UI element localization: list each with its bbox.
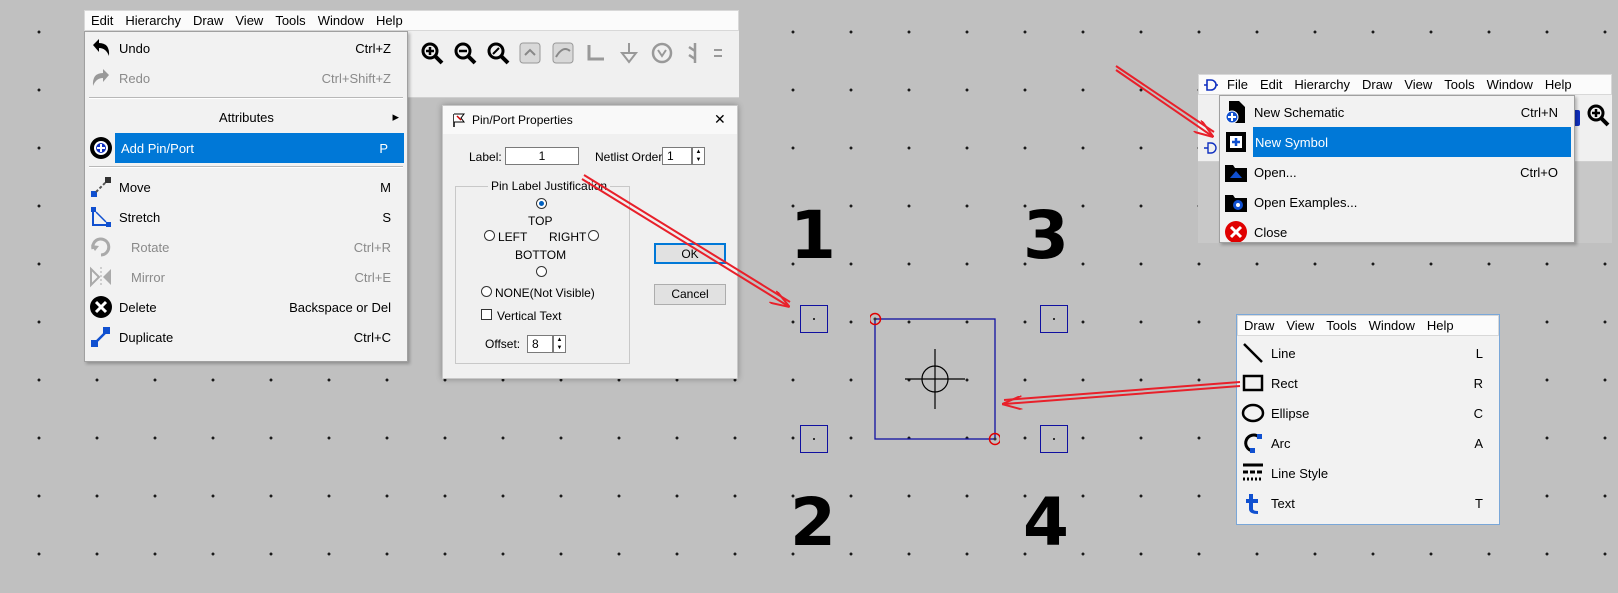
arrow-to-pin-position: [581, 174, 790, 306]
annotation-arrows: [581, 65, 1241, 593]
arrow-to-symbol-rect: [1004, 381, 1241, 404]
arrow-to-new-symbol: [1115, 65, 1214, 136]
